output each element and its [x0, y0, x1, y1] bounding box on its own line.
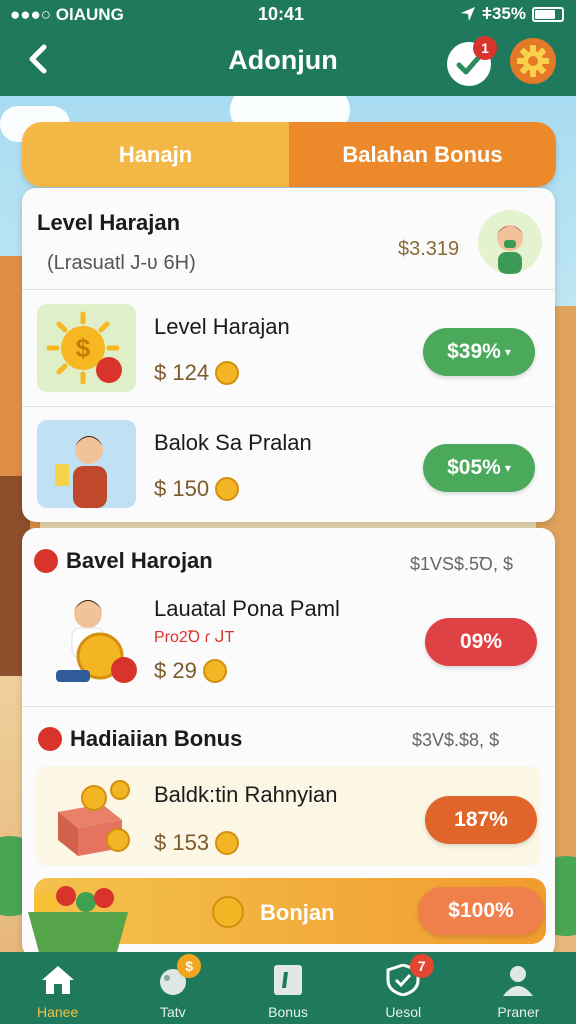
chevron-icon: ▾ [504, 345, 511, 359]
row-sublabel: Pro2Ꝺ ɾ ᒍT [154, 629, 235, 646]
apple-icon [38, 727, 62, 751]
notification-badge: 1 [473, 36, 497, 60]
nav-item-bonus[interactable]: Bonus [230, 952, 345, 1024]
tab-bonus[interactable]: Balahan Bonus [289, 122, 556, 187]
row-price: $ 153 [154, 830, 240, 856]
bonus-card-icon [274, 965, 302, 995]
pill-label: $39% [447, 340, 501, 363]
banner-label: Bonjan [260, 900, 335, 925]
carrier-label: ●●●○ OlAUNG [10, 5, 124, 24]
nav-item-gift[interactable]: $ Tatv [115, 952, 230, 1024]
battery-percent: ǂ35% [482, 4, 526, 23]
chevron-icon: ▾ [504, 461, 511, 475]
nav-badge: $ [177, 954, 202, 978]
gift-box-icon [58, 780, 130, 856]
pill-label: $05% [447, 456, 501, 479]
apple-icon [34, 549, 58, 573]
claim-button[interactable]: $39% ▾ [423, 328, 535, 376]
nav-item-profile[interactable]: Praner [461, 952, 576, 1024]
coin-icon [202, 659, 227, 683]
row-thumbnail: $ [37, 304, 136, 392]
card-subtitle: (Lrasuatl J-ʋ 6H) [47, 252, 196, 274]
price-value: $ 153 [154, 830, 210, 855]
row-price: $ 150 [154, 476, 240, 502]
boy-phone-icon [55, 436, 107, 508]
pill-label: 09% [459, 630, 503, 653]
row-price: $ 124 [154, 360, 240, 386]
divider [22, 406, 555, 407]
bottom-nav: Hanee $ Tatv Bonus 7 Uesol Praner [0, 952, 576, 1024]
tab-hanajn[interactable]: Hanajn [22, 122, 289, 187]
bonus-banner[interactable]: Bonjan $100% [28, 878, 546, 956]
fruit-basket-icon [28, 886, 128, 956]
nav-item-home[interactable]: Hanee [0, 952, 115, 1024]
banner-pill-button[interactable]: $100% [418, 887, 544, 935]
nav-label: Hanee [36, 1004, 79, 1020]
tasks-button[interactable]: 1 [447, 36, 497, 86]
pill-label: 187% [454, 808, 508, 831]
section-amount: $3V$.$8, $ [412, 730, 500, 750]
price-value: $ 150 [154, 476, 210, 501]
card-amount: $3.319 [398, 238, 460, 260]
price-value: $ 124 [154, 360, 210, 385]
row-label: Level Harajan [154, 314, 290, 339]
row-label: Lauatal Pona Paml [154, 596, 340, 621]
boy-avatar-icon [497, 225, 523, 274]
section-title: Bavel Harojan [66, 548, 213, 573]
pill-label: $100% [448, 899, 514, 922]
profile-icon [503, 966, 534, 996]
clock: 10:41 [258, 4, 305, 24]
sun-coin-icon: $ [46, 311, 122, 385]
tab-bar: Hanajn Balahan Bonus [22, 122, 556, 187]
section-amount: $1VS$.5Ꝺ, $ [410, 554, 514, 574]
nav-badge: 7 [409, 954, 434, 978]
card-title: Level Harajan [37, 210, 181, 235]
nav-label: Bonus [268, 1004, 308, 1020]
claim-button[interactable]: 09% [425, 618, 537, 666]
apple-icon [212, 896, 244, 928]
claim-button[interactable]: $05% ▾ [423, 444, 535, 492]
price-value: $ 29 [154, 658, 197, 683]
coin-icon [215, 831, 240, 855]
app-header: ●●●○ OlAUNG 10:41 ǂ35% Adonjun 1 [0, 0, 576, 96]
divider [22, 289, 555, 290]
claim-button[interactable]: 187% [425, 796, 537, 844]
divider [22, 706, 555, 707]
level-card: Level Harajan (Lrasuatl J-ʋ 6H) $3.319 $… [22, 188, 555, 522]
boy-coin-icon [56, 600, 137, 683]
row-thumbnail [42, 590, 142, 690]
nav-item-shield[interactable]: 7 Uesol [346, 952, 461, 1024]
nav-label: Uesol [385, 1004, 422, 1020]
svg-text:$: $ [76, 333, 91, 363]
gear-icon [517, 45, 549, 77]
section-heading: Bavel Harojan [34, 548, 213, 574]
settings-button[interactable] [510, 38, 556, 84]
row-thumbnail [37, 420, 136, 508]
row-price: $ 29 [154, 658, 227, 684]
status-bar: ●●●○ OlAUNG 10:41 ǂ35% [0, 0, 576, 30]
avatar [478, 210, 542, 274]
section-title: Hadiaiian Bonus [70, 726, 243, 751]
coin-icon [215, 361, 240, 385]
coin-icon [215, 477, 240, 501]
battery-icon [532, 6, 564, 22]
nav-label: Tatv [159, 1004, 186, 1020]
location-icon [461, 7, 476, 21]
row-thumbnail [44, 770, 140, 862]
row-label: Balok Sa Pralan [154, 430, 312, 455]
home-icon [41, 966, 74, 994]
section-heading: Hadiaiian Bonus [38, 726, 242, 752]
nav-label: Praner [497, 1004, 540, 1020]
row-label: Baldk:tin Rahnyian [154, 782, 338, 807]
status-right: ǂ35% [460, 4, 564, 24]
